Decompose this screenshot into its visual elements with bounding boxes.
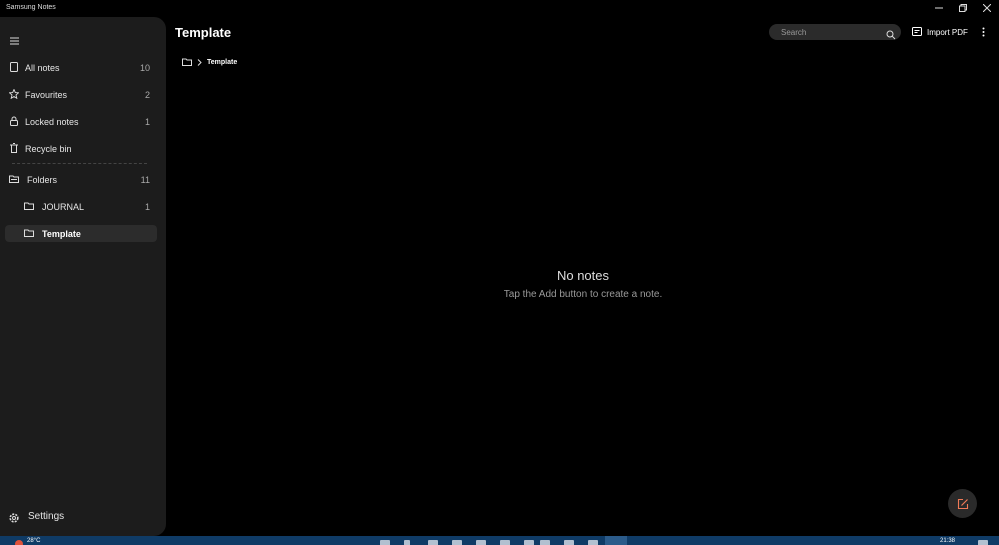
compose-icon: [957, 498, 968, 509]
start-icon[interactable]: [380, 540, 390, 545]
sidebar: All notes 10 Favourites 2 Locked notes 1…: [0, 17, 166, 536]
folder-icon[interactable]: [182, 58, 192, 66]
sidebar-item-recycle-bin[interactable]: Recycle bin: [5, 140, 157, 157]
sidebar-item-count: 11: [140, 174, 150, 185]
add-note-button[interactable]: [948, 489, 977, 518]
chevron-right-icon: [197, 58, 202, 66]
sidebar-item-count: 10: [139, 62, 150, 73]
more-options-button[interactable]: [978, 25, 988, 39]
samsung-notes-taskbar-icon[interactable]: [605, 536, 627, 545]
minimize-icon: [935, 7, 943, 9]
search-icon[interactable]: [886, 27, 896, 40]
folder-icon: [23, 200, 35, 212]
sidebar-item-label: Folders: [27, 174, 58, 185]
sidebar-item-template[interactable]: Template: [5, 225, 157, 242]
hamburger-icon: [9, 37, 19, 45]
browser-icon[interactable]: [500, 540, 510, 545]
sidebar-item-label: JOURNAL: [42, 201, 85, 212]
app-icon[interactable]: [588, 540, 598, 545]
clock: 21:38: [940, 538, 956, 544]
restore-button[interactable]: [951, 1, 975, 15]
folder-icon: [23, 227, 35, 239]
sidebar-divider: [12, 163, 147, 164]
minimize-button[interactable]: [927, 1, 951, 15]
app-title: Samsung Notes: [6, 4, 56, 11]
import-pdf-label: Import PDF: [927, 27, 968, 37]
folders-icon: [8, 173, 20, 185]
sidebar-item-count: 1: [144, 201, 150, 212]
breadcrumb: Template: [182, 56, 237, 68]
menu-button[interactable]: [6, 33, 22, 49]
page-title: Template: [175, 25, 232, 40]
sidebar-item-count: 1: [144, 116, 150, 127]
sidebar-item-label: All notes: [25, 62, 60, 73]
app-icon[interactable]: [540, 540, 550, 545]
sidebar-item-all-notes[interactable]: All notes 10: [5, 59, 157, 76]
sidebar-item-count: 2: [144, 89, 150, 100]
file-explorer-icon[interactable]: [476, 540, 486, 545]
star-icon: [8, 88, 20, 100]
import-pdf-icon: [912, 27, 922, 36]
empty-state-subtitle: Tap the Add button to create a note.: [503, 289, 663, 300]
notifications-icon[interactable]: [978, 540, 988, 545]
sidebar-item-label: Recycle bin: [25, 143, 72, 154]
title-bar: Samsung Notes: [0, 0, 999, 17]
close-button[interactable]: [975, 1, 999, 15]
note-icon: [8, 61, 20, 73]
lock-icon: [8, 115, 20, 127]
trash-icon: [8, 142, 20, 154]
search-input[interactable]: [781, 26, 881, 38]
task-view-icon[interactable]: [428, 540, 438, 545]
search-box[interactable]: [769, 24, 901, 40]
sidebar-item-label: Template: [42, 228, 81, 239]
sidebar-item-label: Locked notes: [25, 116, 79, 127]
search-icon[interactable]: [404, 540, 410, 545]
settings-button[interactable]: Settings: [28, 511, 64, 522]
weather-icon[interactable]: [15, 540, 23, 545]
sidebar-item-journal[interactable]: JOURNAL 1: [5, 198, 157, 215]
sidebar-item-favourites[interactable]: Favourites 2: [5, 86, 157, 103]
import-pdf-button[interactable]: Import PDF: [912, 24, 968, 40]
app-icon[interactable]: [524, 540, 534, 545]
weather-temp: 28°C: [27, 538, 41, 544]
more-vertical-icon: [982, 27, 984, 37]
app-icon[interactable]: [564, 540, 574, 545]
widgets-icon[interactable]: [452, 540, 462, 545]
close-icon: [983, 4, 991, 12]
taskbar: 28°C 21:38: [0, 536, 999, 545]
sidebar-item-label: Favourites: [25, 89, 68, 100]
gear-icon[interactable]: [8, 511, 20, 523]
sidebar-item-locked-notes[interactable]: Locked notes 1: [5, 113, 157, 130]
restore-icon: [959, 4, 967, 12]
breadcrumb-current[interactable]: Template: [207, 59, 237, 66]
empty-state-title: No notes: [556, 268, 610, 283]
sidebar-item-folders[interactable]: Folders 11: [5, 171, 157, 188]
